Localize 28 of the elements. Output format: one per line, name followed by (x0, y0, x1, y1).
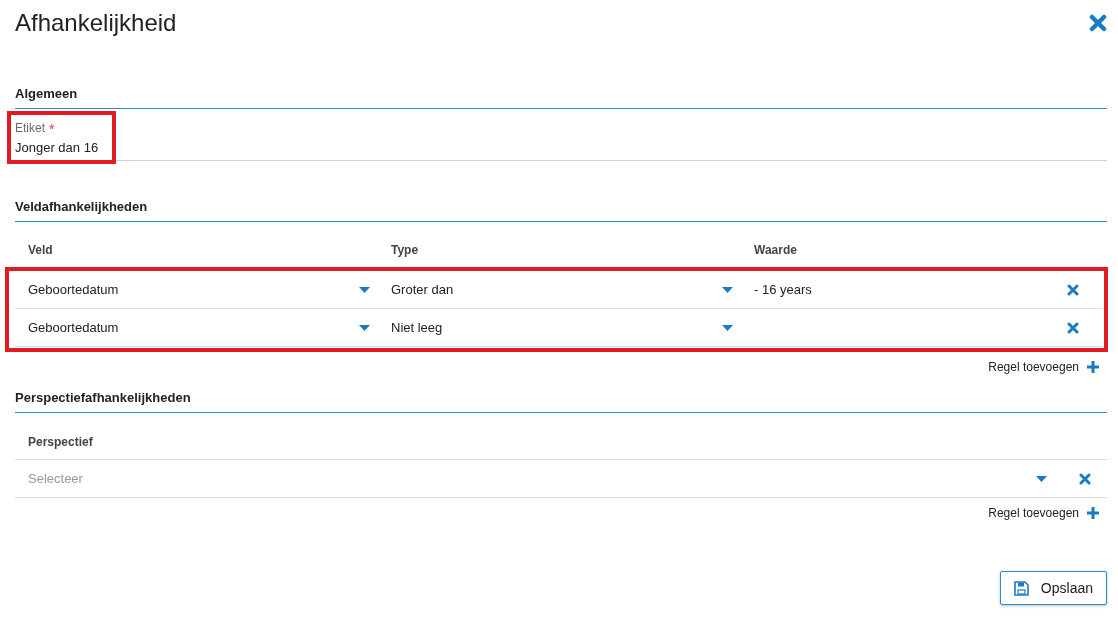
section-heading: Perspectiefafhankelijkheden (15, 382, 1107, 413)
field-select[interactable]: Geboortedatum (15, 309, 378, 346)
caret-icon[interactable] (722, 286, 733, 293)
type-select[interactable]: Niet leeg (378, 309, 741, 346)
column-header: Veld (27, 242, 54, 259)
column-header: Perspectief (27, 434, 94, 451)
section-heading: Algemeen (15, 78, 1107, 109)
column-header: Waarde (753, 242, 798, 259)
value-text: - 16 years (754, 282, 812, 297)
add-row-button[interactable]: Regel toevoegen (988, 352, 1107, 382)
field-value: Jonger dan 16 (15, 140, 99, 155)
required-mark: * (49, 121, 55, 137)
remove-icon[interactable] (1079, 472, 1091, 485)
type-select[interactable]: Groter dan (378, 271, 741, 308)
save-button[interactable]: Opslaan (999, 571, 1107, 605)
close-icon[interactable] (1089, 14, 1107, 32)
section-heading: Veldafhankelijkheden (15, 191, 1107, 222)
field-label: Etiket (15, 121, 45, 137)
column-header: Type (390, 242, 420, 259)
field-select[interactable]: Geboortedatum (15, 271, 378, 308)
plus-icon (1087, 361, 1099, 373)
caret-icon[interactable] (722, 324, 733, 331)
caret-icon[interactable] (1036, 475, 1047, 482)
dialog-title: Afhankelijkheid (15, 9, 177, 37)
add-row-button[interactable]: Regel toevoegen (988, 498, 1107, 528)
caret-icon[interactable] (359, 324, 370, 331)
plus-icon (1087, 507, 1099, 519)
caret-icon[interactable] (359, 286, 370, 293)
